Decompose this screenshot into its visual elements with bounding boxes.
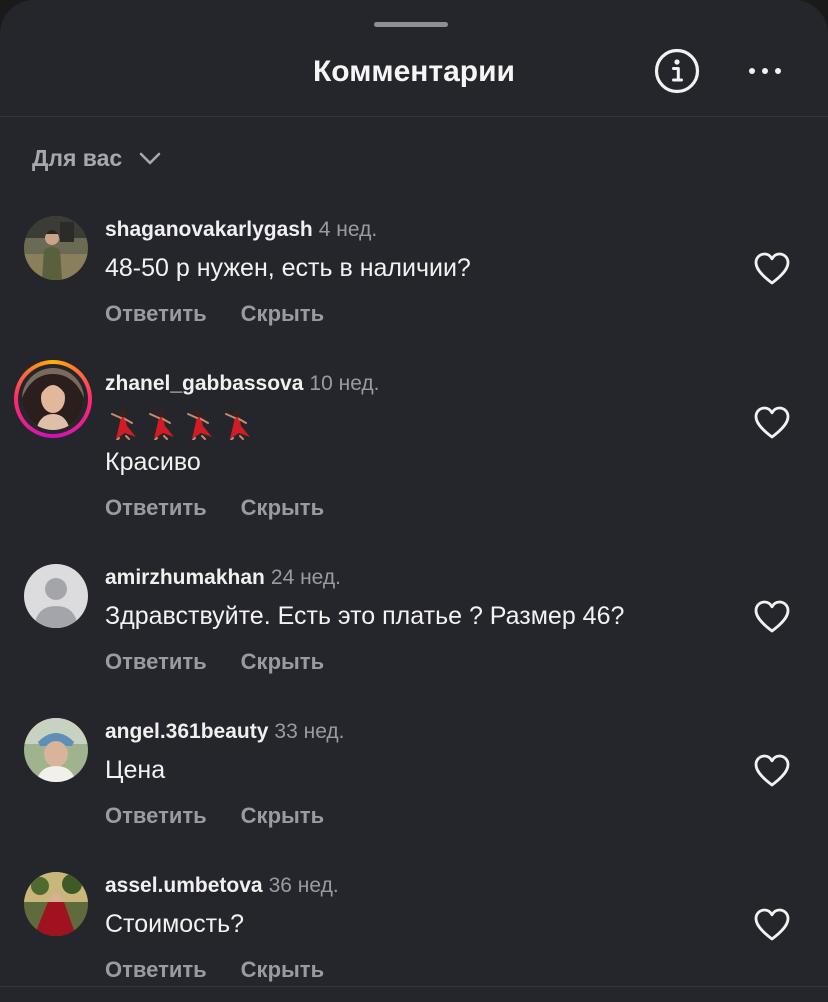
comment-item: zhanel_gabbassova 10 нед. Красиво Ответи…: [0, 360, 828, 522]
heart-icon: [754, 908, 790, 941]
info-button[interactable]: [654, 48, 700, 94]
reply-button[interactable]: Ответить: [105, 648, 207, 676]
comment-username[interactable]: amirzhumakhan: [105, 566, 265, 589]
comment-text: Стоимость?: [105, 910, 245, 938]
comment-item: shaganovakarlygash 4 нед. 48-50 р нужен, …: [0, 216, 828, 336]
reply-button[interactable]: Ответить: [105, 802, 207, 830]
comment-meta: shaganovakarlygash 4 нед.: [105, 216, 377, 244]
emoji-row: [105, 408, 251, 440]
avatar[interactable]: [24, 216, 88, 280]
dancer-emoji: [225, 410, 250, 440]
comment-text: Здравствуйте. Есть это платье ? Размер 4…: [105, 602, 625, 630]
comment-actions: Ответить Скрыть: [105, 648, 324, 676]
reply-button[interactable]: Ответить: [105, 956, 207, 984]
hide-button[interactable]: Скрыть: [241, 802, 324, 830]
avatar[interactable]: [24, 718, 88, 782]
user-photo: [22, 368, 84, 430]
bottom-divider: [0, 986, 828, 987]
dancer-emoji: [149, 410, 174, 440]
comment-meta: assel.umbetova 36 нед.: [105, 872, 339, 900]
dancer-emoji: [111, 410, 136, 440]
comment-item: amirzhumakhan 24 нед. Здравствуйте. Есть …: [0, 564, 828, 684]
like-button[interactable]: [754, 908, 790, 942]
comment-time: 33 нед.: [274, 720, 345, 743]
comment-actions: Ответить Скрыть: [105, 802, 324, 830]
user-photo: [24, 718, 88, 782]
more-horizontal-icon: [749, 68, 781, 74]
info-circle-icon: [654, 48, 700, 94]
comment-username[interactable]: zhanel_gabbassova: [105, 372, 303, 395]
comment-text: Красиво: [105, 448, 201, 476]
avatar[interactable]: [14, 360, 92, 438]
comment-username[interactable]: shaganovakarlygash: [105, 218, 313, 241]
heart-icon: [754, 252, 790, 285]
heart-icon: [754, 600, 790, 633]
comments-sheet: Комментарии Для вас shaganovakarlygash 4…: [0, 0, 828, 1002]
comment-text: 48-50 р нужен, есть в наличии?: [105, 254, 471, 282]
like-button[interactable]: [754, 754, 790, 788]
comments-header: Комментарии: [0, 0, 828, 117]
default-avatar-icon: [24, 564, 88, 628]
comment-username[interactable]: assel.umbetova: [105, 874, 263, 897]
chevron-down-icon: [139, 152, 161, 165]
user-photo: [24, 872, 88, 936]
hide-button[interactable]: Скрыть: [241, 648, 324, 676]
avatar[interactable]: [24, 564, 88, 628]
heart-icon: [754, 754, 790, 787]
comment-meta: amirzhumakhan 24 нед.: [105, 564, 341, 592]
comment-username[interactable]: angel.361beauty: [105, 720, 268, 743]
like-button[interactable]: [754, 600, 790, 634]
sort-filter-label: Для вас: [32, 144, 123, 171]
like-button[interactable]: [754, 406, 790, 440]
comment-actions: Ответить Скрыть: [105, 494, 324, 522]
dancer-emoji: [187, 410, 212, 440]
comment-actions: Ответить Скрыть: [105, 300, 324, 328]
user-photo: [24, 216, 88, 280]
comment-item: angel.361beauty 33 нед. Цена Ответить Скр…: [0, 718, 828, 838]
more-options-button[interactable]: [742, 54, 788, 88]
comment-time: 4 нед.: [318, 218, 378, 241]
story-ring-gap: [18, 364, 88, 434]
hide-button[interactable]: Скрыть: [241, 494, 324, 522]
avatar[interactable]: [24, 872, 88, 936]
comment-actions: Ответить Скрыть: [105, 956, 324, 984]
comment-time: 10 нед.: [309, 372, 380, 395]
heart-icon: [754, 406, 790, 439]
comment-text: Цена: [105, 756, 166, 784]
comment-meta: angel.361beauty 33 нед.: [105, 718, 345, 746]
like-button[interactable]: [754, 252, 790, 286]
comment-meta: zhanel_gabbassova 10 нед.: [105, 370, 380, 398]
hide-button[interactable]: Скрыть: [241, 956, 324, 984]
sort-filter-dropdown[interactable]: Для вас: [32, 138, 162, 178]
reply-button[interactable]: Ответить: [105, 494, 207, 522]
comment-item: assel.umbetova 36 нед. Стоимость? Ответит…: [0, 872, 828, 986]
hide-button[interactable]: Скрыть: [241, 300, 324, 328]
page-title: Комментарии: [312, 55, 516, 88]
reply-button[interactable]: Ответить: [105, 300, 207, 328]
comment-time: 24 нед.: [270, 566, 341, 589]
comment-time: 36 нед.: [268, 874, 339, 897]
